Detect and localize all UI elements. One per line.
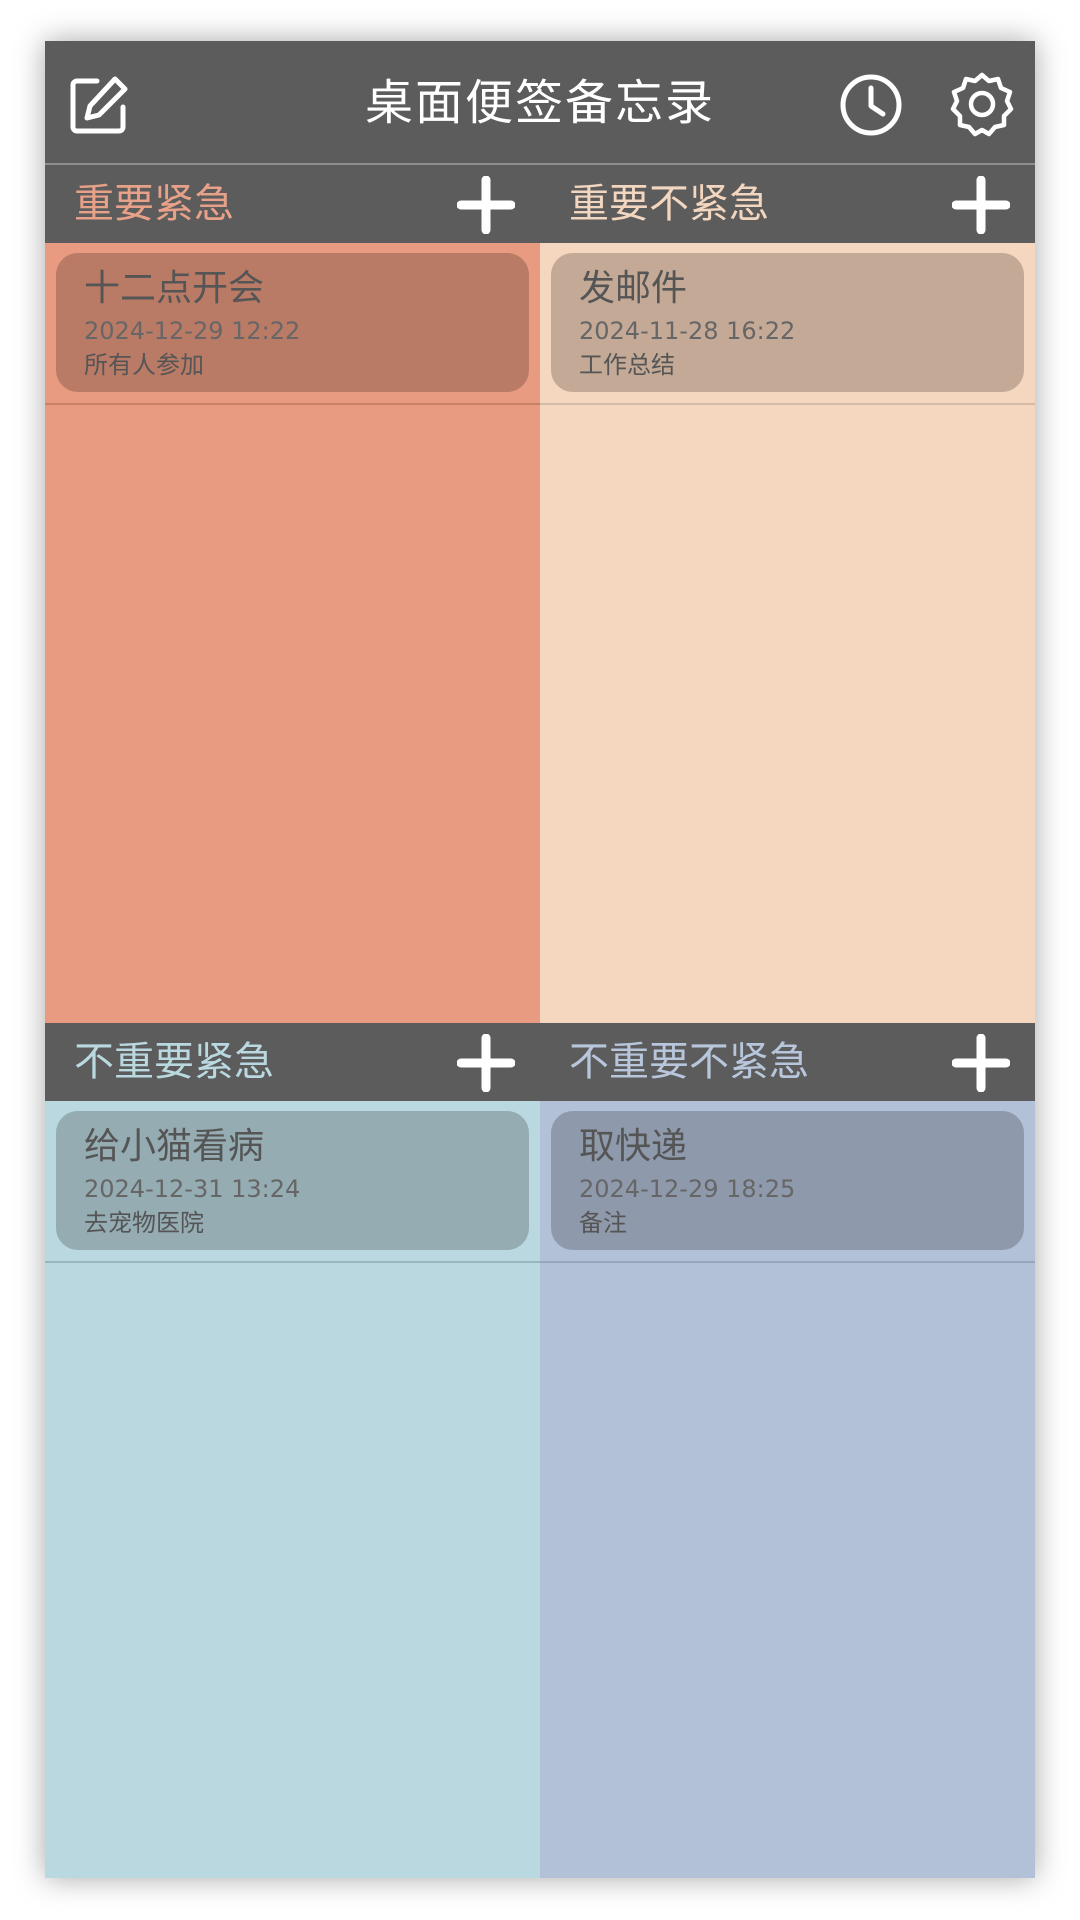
note-title: 十二点开会	[84, 268, 265, 309]
gear-icon[interactable]	[949, 71, 1015, 137]
note-card[interactable]: 十二点开会 2024-12-29 12:22 所有人参加	[56, 253, 529, 392]
plus-icon[interactable]	[952, 1034, 1010, 1092]
divider	[45, 403, 540, 405]
note-datetime: 2024-12-29 12:22	[84, 317, 301, 345]
note-title: 发邮件	[579, 268, 688, 309]
quadrant-title: 不重要不紧急	[569, 1039, 809, 1085]
note-datetime: 2024-12-31 13:24	[84, 1175, 301, 1203]
note-remark: 去宠物医院	[84, 1209, 204, 1237]
clock-icon[interactable]	[838, 72, 904, 138]
note-title: 给小猫看病	[84, 1126, 265, 1167]
quadrant-body: 发邮件 2024-11-28 16:22 工作总结	[540, 243, 1035, 1023]
divider	[540, 403, 1035, 405]
quadrant-header: 重要紧急	[45, 165, 540, 243]
quadrant-body: 给小猫看病 2024-12-31 13:24 去宠物医院	[45, 1101, 540, 1878]
note-card[interactable]: 给小猫看病 2024-12-31 13:24 去宠物医院	[56, 1111, 529, 1250]
note-datetime: 2024-11-28 16:22	[579, 317, 796, 345]
divider	[540, 1261, 1035, 1263]
plus-icon[interactable]	[952, 176, 1010, 234]
quadrant-header: 不重要不紧急	[540, 1023, 1035, 1101]
plus-icon[interactable]	[457, 176, 515, 234]
quadrant-body: 取快递 2024-12-29 18:25 备注	[540, 1101, 1035, 1878]
quadrant-title: 重要紧急	[74, 181, 234, 227]
quadrant-title: 不重要紧急	[74, 1039, 274, 1085]
app-window: 桌面便签备忘录 重要紧急 十二点开会 2024-12-29 12:22 所有人参…	[45, 41, 1035, 1878]
quadrant-header: 重要不紧急	[540, 165, 1035, 243]
note-datetime: 2024-12-29 18:25	[579, 1175, 796, 1203]
plus-icon[interactable]	[457, 1034, 515, 1092]
note-card[interactable]: 发邮件 2024-11-28 16:22 工作总结	[551, 253, 1024, 392]
note-title: 取快递	[579, 1126, 688, 1167]
note-card[interactable]: 取快递 2024-12-29 18:25 备注	[551, 1111, 1024, 1250]
quadrant-body: 十二点开会 2024-12-29 12:22 所有人参加	[45, 243, 540, 1023]
note-remark: 备注	[579, 1209, 627, 1237]
quadrant-header: 不重要紧急	[45, 1023, 540, 1101]
quadrant-title: 重要不紧急	[569, 181, 769, 227]
top-bar: 桌面便签备忘录	[45, 41, 1035, 165]
note-remark: 所有人参加	[84, 351, 204, 379]
note-remark: 工作总结	[579, 351, 675, 379]
divider	[45, 1261, 540, 1263]
